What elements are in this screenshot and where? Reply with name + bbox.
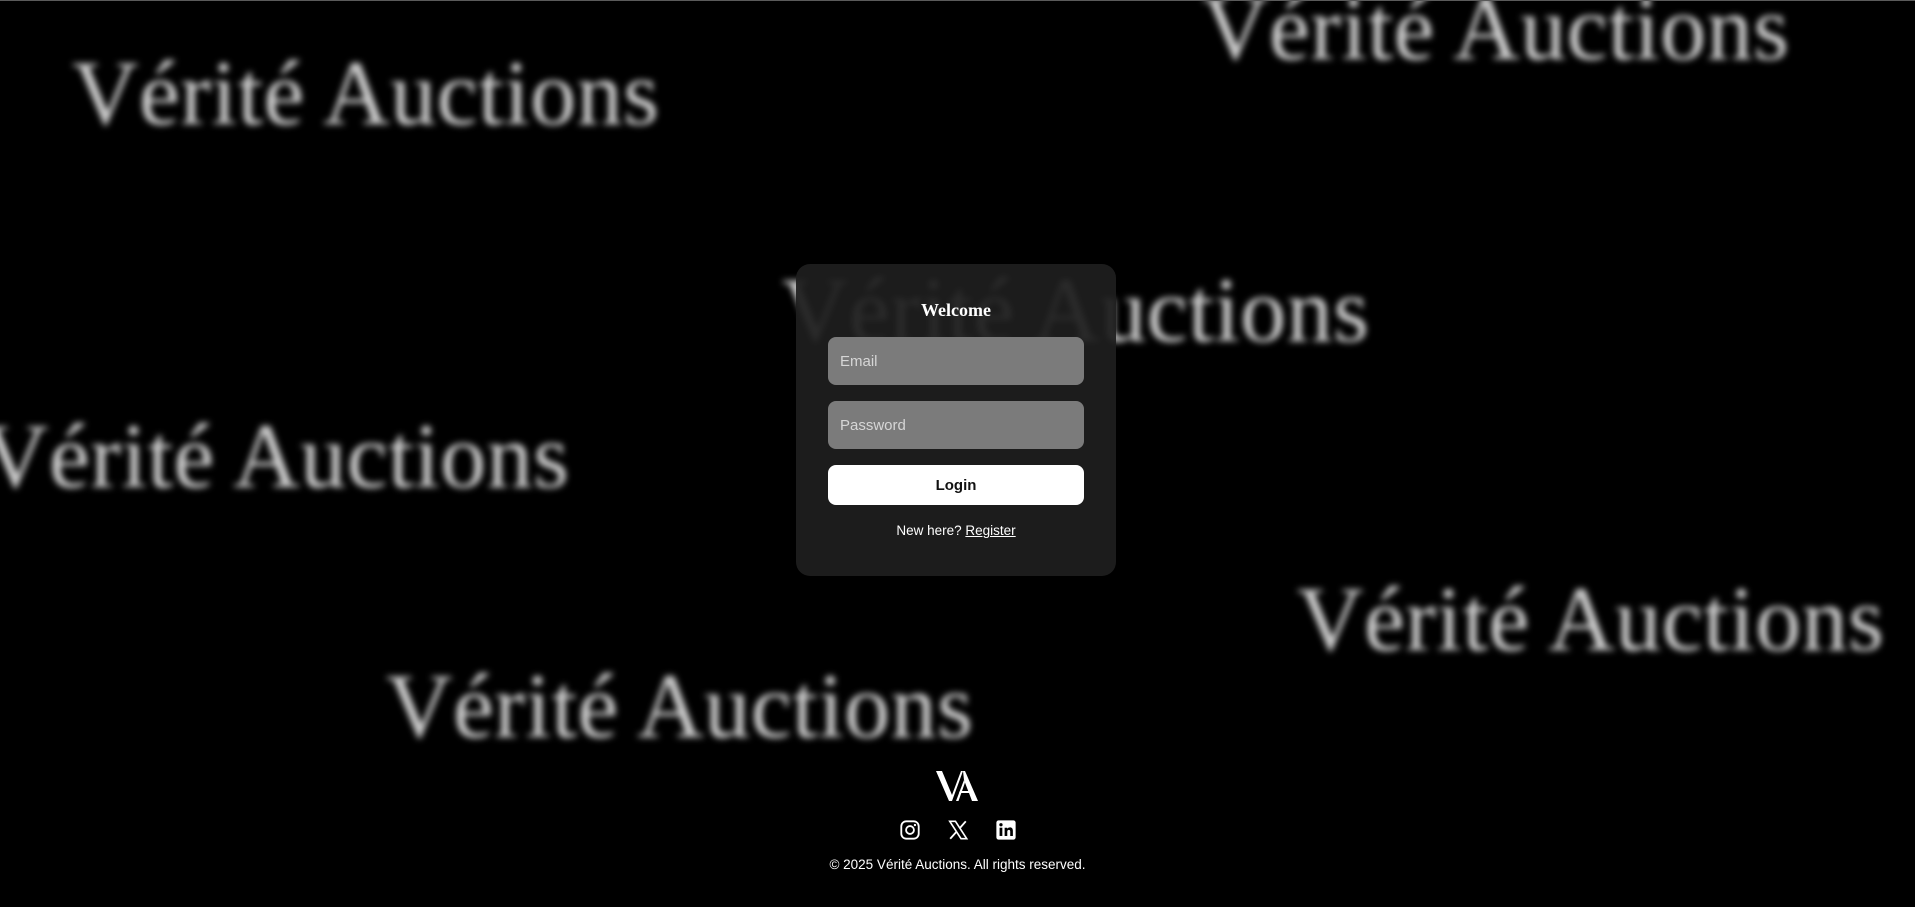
linkedin-icon[interactable]: [995, 819, 1017, 841]
va-logo: [935, 771, 978, 801]
background-watermark: Vérité Auctions: [1202, 0, 1790, 79]
social-links: [0, 819, 1915, 841]
login-page: Vérité Auctions Vérité Auctions Vérité A…: [0, 0, 1915, 907]
copyright-text: © 2025 Vérité Auctions. All rights reser…: [829, 857, 1086, 872]
footer: © 2025 Vérité Auctions. All rights reser…: [0, 767, 1915, 872]
login-button[interactable]: Login: [828, 465, 1084, 505]
new-here-text: New here?: [896, 523, 962, 538]
register-link[interactable]: Register: [965, 523, 1015, 538]
password-field[interactable]: [828, 401, 1084, 449]
background-watermark: Vérité Auctions: [0, 405, 570, 507]
instagram-icon[interactable]: [899, 819, 921, 841]
register-prompt: New here? Register: [828, 523, 1084, 538]
login-title: Welcome: [921, 300, 991, 320]
email-field[interactable]: [828, 337, 1084, 385]
background-watermark: Vérité Auctions: [1297, 568, 1885, 670]
background-watermark: Vérité Auctions: [386, 655, 974, 757]
login-card: Welcome Login New here? Register: [796, 264, 1116, 576]
x-icon[interactable]: [947, 819, 969, 841]
background-watermark: Vérité Auctions: [72, 42, 660, 144]
